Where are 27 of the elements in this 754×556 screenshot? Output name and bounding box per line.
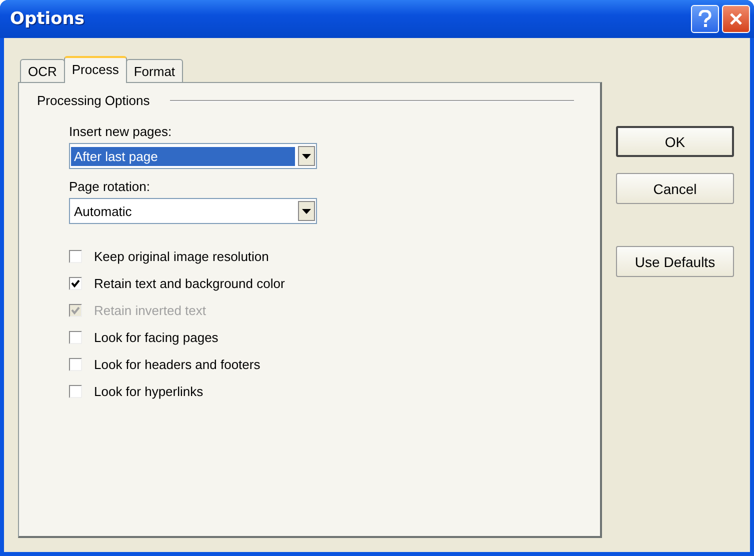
field-label: Insert new pages: bbox=[69, 124, 173, 139]
checkbox-label: Look for headers and footers bbox=[94, 357, 260, 372]
field-label: Page rotation: bbox=[69, 179, 151, 194]
checkbox[interactable] bbox=[69, 250, 82, 263]
tab[interactable]: Process bbox=[64, 56, 127, 83]
checkbox-label: Retain inverted text bbox=[94, 303, 206, 318]
close-button[interactable] bbox=[722, 5, 750, 33]
checkbox-label: Retain text and background color bbox=[94, 276, 285, 291]
help-button[interactable] bbox=[691, 5, 719, 33]
dropdown[interactable]: After last page bbox=[69, 143, 317, 169]
group-title: Processing Options bbox=[37, 93, 150, 108]
checkbox[interactable] bbox=[69, 331, 82, 344]
checkbox-label: Look for facing pages bbox=[94, 330, 218, 345]
checkbox-label: Keep original image resolution bbox=[94, 249, 269, 264]
window-title: Options bbox=[10, 9, 84, 29]
dialog-button[interactable]: Cancel bbox=[616, 173, 734, 204]
dropdown[interactable]: Automatic bbox=[69, 198, 317, 224]
checkbox[interactable] bbox=[69, 358, 82, 371]
tab[interactable]: OCR bbox=[20, 59, 65, 82]
tab[interactable]: Format bbox=[126, 59, 184, 82]
checkbox[interactable] bbox=[69, 385, 82, 398]
checkbox-label: Look for hyperlinks bbox=[94, 384, 204, 399]
close-icon bbox=[729, 12, 743, 26]
checkbox[interactable] bbox=[69, 277, 82, 290]
help-icon bbox=[698, 10, 712, 28]
dialog-button[interactable]: Use Defaults bbox=[616, 246, 734, 277]
dialog-button[interactable]: OK bbox=[616, 126, 734, 157]
